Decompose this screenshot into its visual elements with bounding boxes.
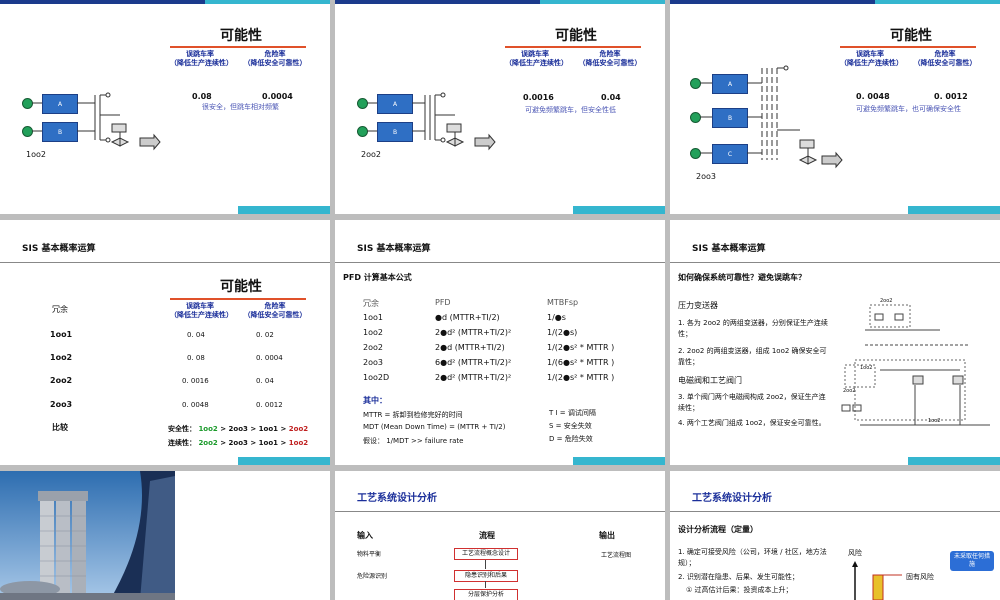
output-pfd: 工艺流程图 [601,552,632,559]
row-name: 2oo3 [363,358,383,367]
safety-ranking: 安全性： 1oo2 > 2oo3 > 1oo1 > 2oo2 [168,425,309,433]
row-mtbf: 1/(2●s² * MTTR ) [547,373,615,382]
architecture-label: 2oo3 [696,172,716,181]
valve-diagram [367,92,496,151]
row-pfd: 6●d² (MTTR+TI/2)² [435,358,512,367]
col-input: 输入 [357,531,373,540]
continuity-ranking: 连续性： 2oo2 > 2oo3 > 1oo1 > 1oo2 [168,439,309,447]
diagram-label-1: 2oo2 [880,298,893,304]
bottom-bar [572,206,665,214]
slide-reliability[interactable]: SIS 基本概率运算 如何确保系统可靠性？避免误跳车？ 压力变送器 1. 各为 … [670,220,1000,465]
flow-step-2[interactable]: 隐患识别和后果 [454,570,518,582]
flow-arrow [485,581,486,588]
slide-2oo2[interactable]: 可能性 误跳车率 （降低生产连续性） 危险率 （降低安全可靠性） 0.0016 0.… [335,0,665,214]
section-heading: SIS 基本概率运算 [357,244,431,254]
def-mttr: MTTR = 拆卸到检修完好的时间 [363,411,463,419]
slide-title: 工艺系统设计分析 [357,493,437,504]
section-heading: SIS 基本概率运算 [22,244,96,254]
callout-no-measures: 未采取任何措施 [950,551,994,571]
slide-title: 可能性 [220,279,262,295]
divider [0,262,330,263]
architecture-label: 2oo2 [361,150,381,159]
slide-1oo2[interactable]: 可能性 误跳车率 （降低生产连续性） 危险率 （降低安全可靠性） 0.08 0.00… [0,0,330,214]
row-mtbf: 1/(2●s) [547,328,578,337]
subtitle: PFD 计算基本公式 [343,273,412,282]
row-name: 1oo1 [50,330,73,339]
diagram-label-3: 2oo2 [843,388,856,394]
divider [335,511,665,512]
inherent-risk-label: 固有风险 [906,573,934,581]
row-danger: 0. 02 [256,331,274,339]
slide-2oo3[interactable]: 可能性 误跳车率 （降低生产连续性） 危险率 （降低安全可靠性） 0. 0048 0… [670,0,1000,214]
def-s: S = 安全失效 [549,422,592,430]
slide-process-flow[interactable]: 工艺系统设计分析 输入 流程 输出 物料平衡 危险源识别 工艺流程概念设计 隐患… [335,471,665,600]
input-hazard: 危险源识别 [357,573,388,580]
flow-step-1[interactable]: 工艺流程概念设计 [454,548,518,560]
row-danger: 0. 0004 [256,354,283,362]
slide-quant-analysis[interactable]: 工艺系统设计分析 设计分析流程（定量） 1. 确定可接受风险（公司，环境 / 社… [670,471,1000,600]
bottom-bar [572,457,665,465]
row-danger: 0. 0012 [256,401,283,409]
flow-step-3[interactable]: 分层保护分析 [454,589,518,600]
col-flow: 流程 [479,531,495,540]
row-name: 1oo2 [363,328,383,337]
row-mtbf: 1/●s [547,313,566,322]
diagram-label-4: 1oo2 [928,418,941,424]
bottom-bar [237,457,330,465]
bottom-bar [907,457,1000,465]
row-name: 1oo2 [50,353,73,362]
row-spurious: 0. 0048 [182,401,209,409]
header-spurious: 误跳车率 （降低生产连续性） [170,302,233,319]
row-name: 2oo2 [363,343,383,352]
row-name: 1oo2D [363,373,390,382]
bottom-bar [907,206,1000,214]
slide-sis-table[interactable]: SIS 基本概率运算 可能性 冗余 误跳车率 （降低生产连续性） 危险率 （降低安全… [0,220,330,465]
col-header-pfd: PFD [435,298,451,307]
col-header-mtbf: MTBFsp [547,298,579,307]
row-mtbf: 1/(2●s² * MTTR ) [547,343,615,352]
col-header-redundancy: 冗余 [52,305,68,314]
row-pfd: 2●d (MTTR+TI/2) [435,343,505,352]
architecture-label: 1oo2 [26,150,46,159]
col-output: 输出 [599,531,615,540]
col-header-redundancy: 冗余 [363,299,379,308]
valve-diagram [700,65,843,169]
compare-label: 比较 [52,423,68,432]
row-spurious: 0. 0016 [182,377,209,385]
row-danger: 0. 04 [256,377,274,385]
header-danger: 危险率 （降低安全可靠性） [243,302,307,319]
diagram-label-2: 1oo2 [860,365,873,371]
slide-photo[interactable] [0,471,330,600]
row-name: 2oo3 [50,400,73,409]
risk-diagram [852,561,902,600]
header-underline [170,298,306,300]
divider [335,262,665,263]
row-spurious: 0. 08 [187,354,205,362]
row-spurious: 0. 04 [187,331,205,339]
bottom-bar [237,206,330,214]
row-pfd: 2●d² (MTTR+TI/2)² [435,373,512,382]
row-pfd: ●d (MTTR+TI/2) [435,313,500,322]
row-name: 1oo1 [363,313,383,322]
def-mdt: MDT (Mean Down Time) = (MTTR + TI/2) [363,423,506,431]
input-material: 物料平衡 [357,551,382,558]
row-pfd: 2●d² (MTTR+TI/2)² [435,328,512,337]
row-mtbf: 1/(6●s² * MTTR ) [547,358,615,367]
building-photo [0,471,175,600]
def-assume: 假设： 1/MDT >> failure rate [363,437,464,445]
def-d: D = 危险失效 [549,435,593,443]
row-name: 2oo2 [50,376,73,385]
slide-pfd-formulas[interactable]: SIS 基本概率运算 PFD 计算基本公式 冗余 PFD MTBFsp 1oo1… [335,220,665,465]
def-ti: T I = 调试间隔 [549,409,596,417]
instrument-diagram [841,304,990,426]
valve-diagram [32,92,161,151]
flow-arrow [485,560,486,569]
where-label: 其中： [363,396,387,405]
